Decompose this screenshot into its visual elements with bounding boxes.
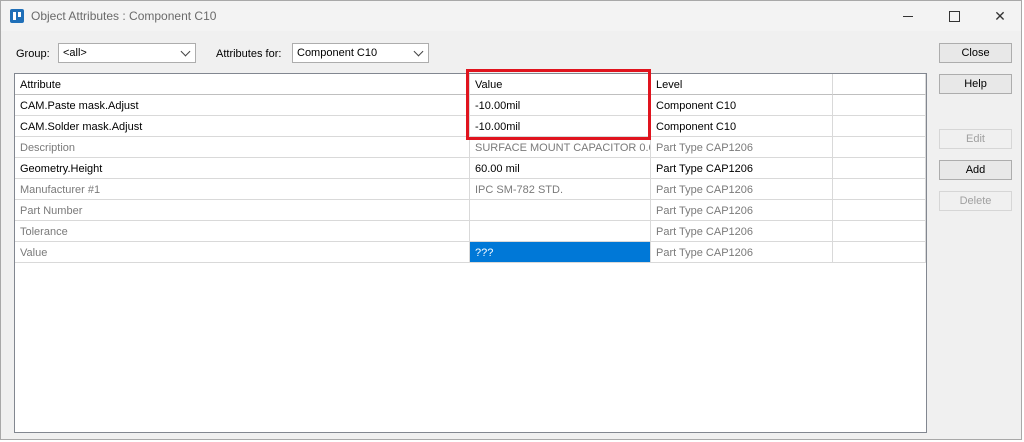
minimize-icon [903,15,913,17]
group-dropdown[interactable]: <all> [58,43,196,63]
chevron-down-icon [180,46,191,57]
value-cell[interactable]: IPC SM-782 STD. [470,179,651,200]
window-title: Object Attributes : Component C10 [31,9,217,23]
close-button[interactable]: Close [939,43,1012,63]
value-cell[interactable]: SURFACE MOUNT CAPACITOR 0.06 [470,137,651,158]
attribute-cell[interactable]: Part Number [15,200,470,221]
help-button[interactable]: Help [939,74,1012,94]
attribute-cell[interactable]: Geometry.Height [15,158,470,179]
attributes-for-dropdown[interactable]: Component C10 [292,43,429,63]
attribute-cell[interactable]: Manufacturer #1 [15,179,470,200]
title-bar: Object Attributes : Component C10 ✕ [1,1,1021,31]
column-header-attribute[interactable]: Attribute [15,74,470,95]
table-row[interactable]: Geometry.Height 60.00 mil Part Type CAP120… [15,158,926,179]
maximize-icon [948,10,960,22]
value-cell[interactable] [470,221,651,242]
attributes-for-label: Attributes for: [216,48,282,60]
close-icon: ✕ [994,7,1006,24]
value-cell[interactable] [470,200,651,221]
attribute-cell[interactable]: CAM.Solder mask.Adjust [15,116,470,137]
extra-cell[interactable] [833,158,926,179]
value-cell[interactable]: 60.00 mil [470,158,651,179]
extra-cell[interactable] [833,179,926,200]
minimize-button[interactable] [885,1,931,31]
table-row[interactable]: Part Number Part Type CAP1206 [15,200,926,221]
level-cell[interactable]: Part Type CAP1206 [651,137,833,158]
table-row[interactable]: Tolerance Part Type CAP1206 [15,221,926,242]
extra-cell[interactable] [833,200,926,221]
attributes-for-dropdown-value: Component C10 [297,47,378,59]
level-cell[interactable]: Part Type CAP1206 [651,179,833,200]
extra-cell[interactable] [833,221,926,242]
extra-cell[interactable] [833,137,926,158]
edit-button[interactable]: Edit [939,129,1012,149]
value-highlight-box [466,69,651,140]
attribute-cell[interactable]: Tolerance [15,221,470,242]
group-dropdown-value: <all> [63,47,87,59]
value-cell[interactable]: ??? [470,242,651,263]
level-cell[interactable]: Component C10 [651,95,833,116]
level-cell[interactable]: Part Type CAP1206 [651,158,833,179]
maximize-button[interactable] [931,1,977,31]
column-header-extra[interactable] [833,74,926,95]
level-cell[interactable]: Part Type CAP1206 [651,242,833,263]
attribute-cell[interactable]: CAM.Paste mask.Adjust [15,95,470,116]
delete-button[interactable]: Delete [939,191,1012,211]
level-cell[interactable]: Component C10 [651,116,833,137]
group-label: Group: [16,48,50,60]
extra-cell[interactable] [833,95,926,116]
table-row[interactable]: Value??? Part Type CAP1206 [15,242,926,263]
chevron-down-icon [413,46,424,57]
attribute-cell[interactable]: Description [15,137,470,158]
column-header-level[interactable]: Level [651,74,833,95]
table-row[interactable]: Manufacturer #1 IPC SM-782 STD. Part Type … [15,179,926,200]
app-icon [10,9,24,23]
level-cell[interactable]: Part Type CAP1206 [651,200,833,221]
add-button[interactable]: Add [939,160,1012,180]
table-row[interactable]: Description SURFACE MOUNT CAPACITOR 0.06 P… [15,137,926,158]
extra-cell[interactable] [833,116,926,137]
level-cell[interactable]: Part Type CAP1206 [651,221,833,242]
attribute-cell[interactable]: Value [15,242,470,263]
object-attributes-dialog: Object Attributes : Component C10 ✕ Grou… [0,0,1022,440]
extra-cell[interactable] [833,242,926,263]
close-window-button[interactable]: ✕ [977,1,1023,31]
